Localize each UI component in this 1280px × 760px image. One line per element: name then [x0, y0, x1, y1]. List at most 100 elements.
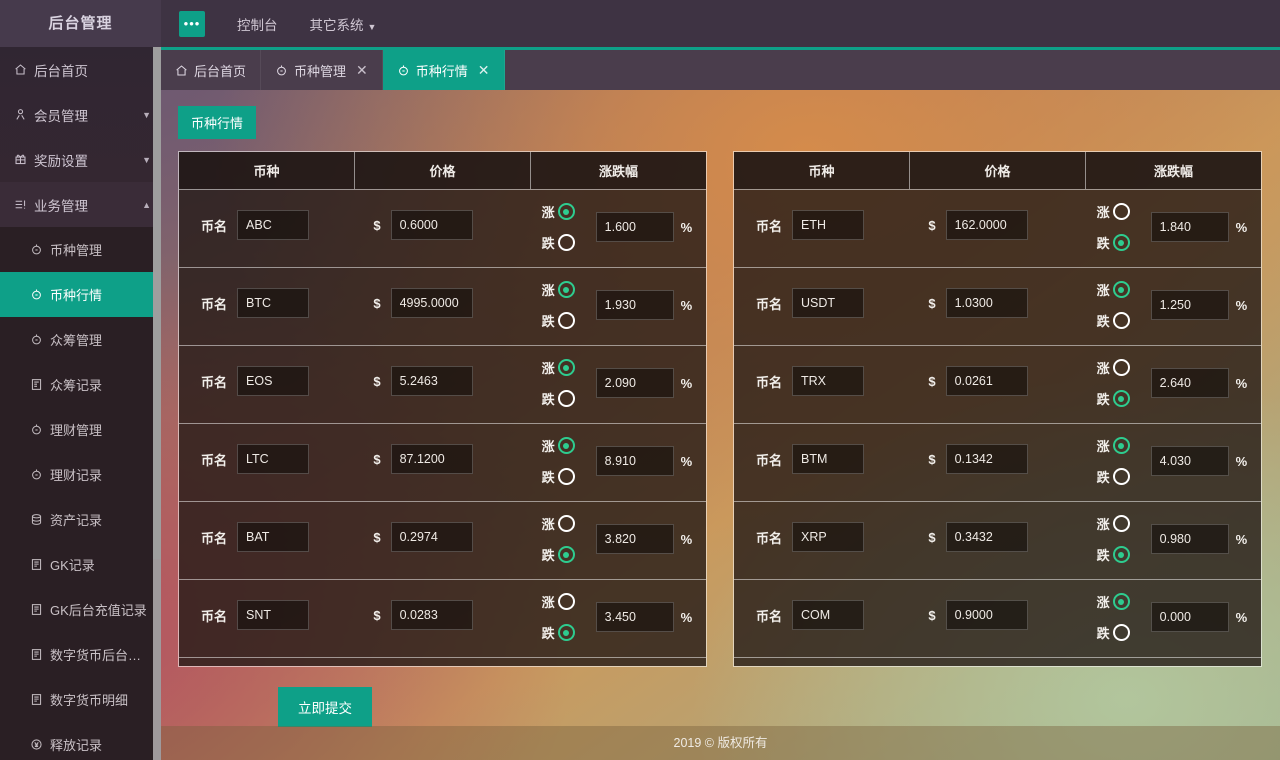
radio-up[interactable]: 涨 [542, 202, 588, 221]
change-input[interactable] [1150, 446, 1229, 476]
coin-name-input[interactable] [237, 210, 310, 240]
price-input[interactable] [390, 522, 473, 552]
tab-2[interactable]: 币种行情 ✕ [382, 50, 505, 90]
topbar-link-0[interactable]: 控制台 [237, 14, 278, 34]
radio-up-indicator[interactable] [1112, 437, 1130, 454]
sidebar-subitem-9[interactable]: 数字货币后台充... [0, 632, 161, 677]
sidebar-item-1[interactable]: 会员管理 ▼ [0, 92, 161, 137]
radio-down-indicator[interactable] [557, 468, 575, 485]
sidebar-subitem-6[interactable]: 资产记录 [0, 497, 161, 542]
radio-down-indicator[interactable] [1112, 468, 1130, 485]
sidebar-subitem-10[interactable]: 数字货币明细 [0, 677, 161, 722]
sidebar-subitem-5[interactable]: 理财记录 [0, 452, 161, 497]
price-input[interactable] [945, 444, 1028, 474]
price-input[interactable] [390, 444, 473, 474]
radio-up-indicator[interactable] [557, 359, 575, 376]
coin-name-input[interactable] [792, 522, 865, 552]
radio-up[interactable]: 涨 [542, 514, 588, 533]
sidebar-subitem-11[interactable]: 释放记录 [0, 722, 161, 760]
price-input[interactable] [390, 366, 473, 396]
radio-up-indicator[interactable] [557, 203, 575, 220]
radio-down-indicator[interactable] [557, 312, 575, 329]
radio-down[interactable]: 跌 [1097, 623, 1143, 642]
coin-name-input[interactable] [792, 210, 865, 240]
radio-down-indicator[interactable] [557, 546, 575, 563]
radio-down[interactable]: 跌 [542, 389, 588, 408]
radio-down[interactable]: 跌 [1097, 545, 1143, 564]
price-input[interactable] [390, 210, 473, 240]
change-input[interactable] [1150, 212, 1229, 242]
sidebar-subitem-7[interactable]: GK记录 [0, 542, 161, 587]
radio-up-indicator[interactable] [557, 437, 575, 454]
sidebar-subitem-1[interactable]: 币种行情 [0, 272, 161, 317]
menu-toggle-button[interactable]: ••• [179, 10, 205, 37]
change-input[interactable] [1150, 602, 1229, 632]
sidebar-subitem-3[interactable]: 众筹记录 [0, 362, 161, 407]
change-input[interactable] [595, 290, 674, 320]
coin-name-input[interactable] [792, 288, 865, 318]
change-input[interactable] [1150, 368, 1229, 398]
radio-down-indicator[interactable] [1112, 624, 1130, 641]
change-input[interactable] [595, 446, 674, 476]
price-input[interactable] [945, 210, 1028, 240]
radio-down[interactable]: 跌 [1097, 311, 1143, 330]
radio-down-indicator[interactable] [1112, 546, 1130, 563]
sidebar-subitem-2[interactable]: 众筹管理 [0, 317, 161, 362]
radio-up-indicator[interactable] [1112, 203, 1130, 220]
radio-down[interactable]: 跌 [542, 233, 588, 252]
radio-up[interactable]: 涨 [1097, 436, 1143, 455]
coin-name-input[interactable] [792, 600, 865, 630]
radio-up[interactable]: 涨 [542, 436, 588, 455]
radio-up[interactable]: 涨 [1097, 280, 1143, 299]
radio-up[interactable]: 涨 [542, 358, 588, 377]
radio-up[interactable]: 涨 [1097, 358, 1143, 377]
radio-down[interactable]: 跌 [542, 467, 588, 486]
change-input[interactable] [1150, 290, 1229, 320]
radio-down[interactable]: 跌 [542, 545, 588, 564]
coin-name-input[interactable] [792, 444, 865, 474]
coin-name-input[interactable] [237, 600, 310, 630]
radio-up-indicator[interactable] [1112, 359, 1130, 376]
radio-up-indicator[interactable] [1112, 593, 1130, 610]
radio-down-indicator[interactable] [557, 624, 575, 641]
coin-name-input[interactable] [792, 366, 865, 396]
radio-down-indicator[interactable] [1112, 390, 1130, 407]
radio-up[interactable]: 涨 [542, 280, 588, 299]
radio-up-indicator[interactable] [1112, 515, 1130, 532]
radio-up[interactable]: 涨 [542, 592, 588, 611]
price-input[interactable] [390, 600, 473, 630]
price-input[interactable] [390, 288, 473, 318]
sidebar-scrollbar-thumb[interactable] [153, 47, 161, 559]
close-icon[interactable]: ✕ [356, 62, 368, 79]
price-input[interactable] [945, 600, 1028, 630]
radio-down-indicator[interactable] [557, 390, 575, 407]
sidebar-subitem-4[interactable]: 理财管理 [0, 407, 161, 452]
coin-name-input[interactable] [237, 366, 310, 396]
sidebar-item-0[interactable]: 后台首页 [0, 47, 161, 92]
radio-down[interactable]: 跌 [542, 311, 588, 330]
radio-up[interactable]: 涨 [1097, 202, 1143, 221]
tab-0[interactable]: 后台首页 [161, 50, 262, 90]
price-input[interactable] [945, 366, 1028, 396]
change-input[interactable] [1150, 524, 1229, 554]
sidebar-subitem-8[interactable]: GK后台充值记录 [0, 587, 161, 632]
coin-name-input[interactable] [237, 444, 310, 474]
radio-down[interactable]: 跌 [1097, 389, 1143, 408]
tab-1[interactable]: 币种管理 ✕ [261, 50, 383, 90]
radio-down-indicator[interactable] [1112, 234, 1130, 251]
sidebar-subitem-0[interactable]: 币种管理 [0, 227, 161, 272]
submit-button[interactable]: 立即提交 [278, 687, 372, 727]
close-icon[interactable]: ✕ [478, 62, 490, 79]
change-input[interactable] [595, 212, 674, 242]
price-input[interactable] [945, 288, 1028, 318]
price-input[interactable] [945, 522, 1028, 552]
radio-up-indicator[interactable] [557, 515, 575, 532]
change-input[interactable] [595, 524, 674, 554]
coin-name-input[interactable] [237, 522, 310, 552]
radio-up-indicator[interactable] [1112, 281, 1130, 298]
radio-down-indicator[interactable] [1112, 312, 1130, 329]
sidebar-item-3[interactable]: 业务管理 ▲ [0, 182, 161, 227]
sidebar-item-2[interactable]: 奖励设置 ▼ [0, 137, 161, 182]
radio-up-indicator[interactable] [557, 593, 575, 610]
coin-name-input[interactable] [237, 288, 310, 318]
